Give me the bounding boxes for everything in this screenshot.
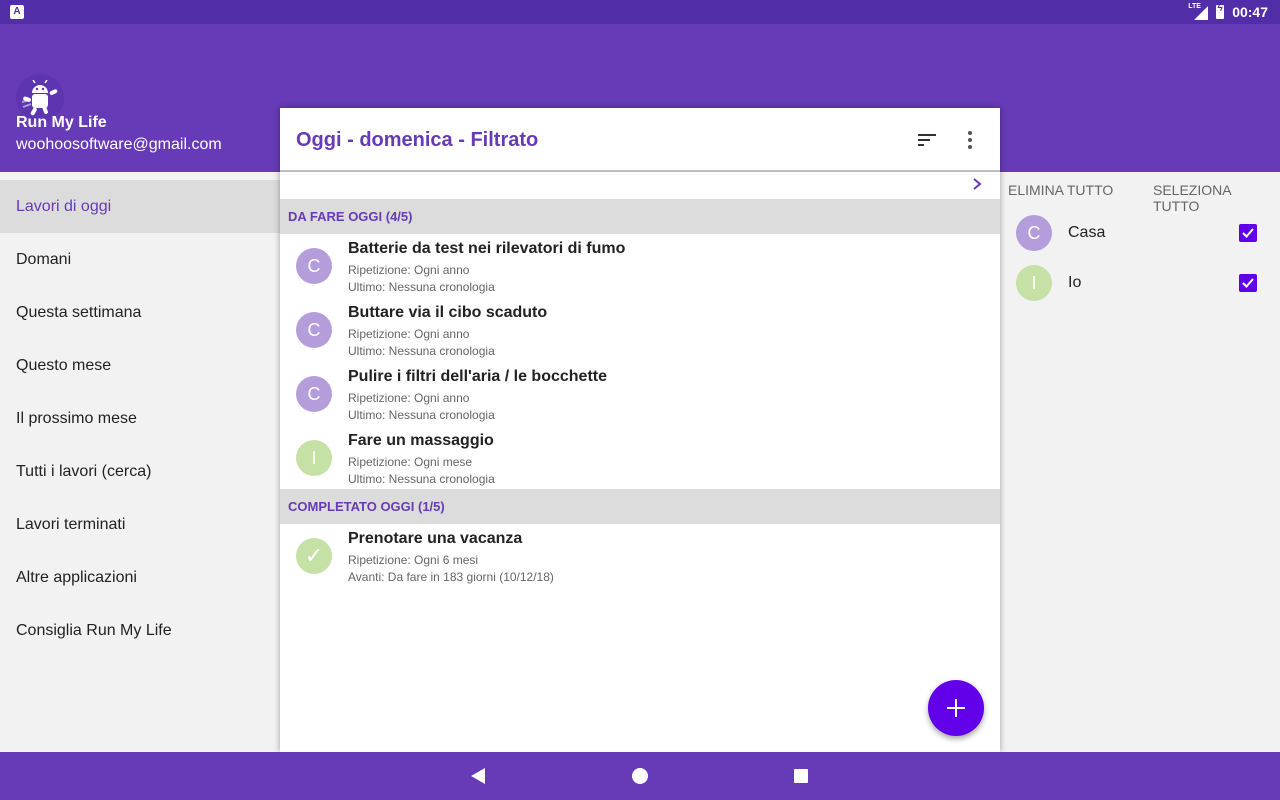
category-avatar: C — [1016, 215, 1052, 251]
task-title: Pulire i filtri dell'aria / le bocchette — [348, 368, 607, 385]
task-repeat: Ripetizione: Ogni mese — [348, 455, 473, 469]
category-avatar: C — [296, 376, 332, 412]
drawer-item-consiglia[interactable]: Consiglia Run My Life — [0, 604, 280, 657]
category-avatar: C — [296, 248, 332, 284]
signal-icon: LTE — [1188, 3, 1209, 20]
category-name: Io — [1068, 274, 1082, 291]
task-repeat: Ripetizione: Ogni anno — [348, 327, 470, 341]
category-avatar: I — [296, 440, 332, 476]
category-checkbox[interactable] — [1239, 224, 1257, 242]
home-icon[interactable] — [632, 768, 648, 784]
drawer-item-altre-applicazioni[interactable]: Altre applicazioni — [0, 551, 280, 604]
add-task-button[interactable] — [928, 680, 984, 736]
drawer-item-domani[interactable]: Domani — [0, 233, 280, 286]
task-last: Ultimo: Nessuna cronologia — [348, 408, 495, 422]
section-header-todo: DA FARE OGGI (4/5) — [280, 199, 1000, 234]
task-title: Buttare via il cibo scaduto — [348, 304, 548, 321]
category-checkbox[interactable] — [1239, 274, 1257, 292]
task-row[interactable]: I Fare un massaggio Ripetizione: Ogni me… — [280, 426, 1000, 490]
task-last: Ultimo: Nessuna cronologia — [348, 280, 495, 294]
task-title: Prenotare una vacanza — [348, 530, 523, 547]
account-email: woohoosoftware@gmail.com — [16, 136, 222, 153]
battery-charging-icon — [1216, 3, 1225, 19]
delete-all-button[interactable]: ELIMINA TUTTO — [1008, 182, 1113, 198]
status-icons: LTE 00:47 — [1188, 0, 1268, 24]
drawer-item-questa-settimana[interactable]: Questa settimana — [0, 286, 280, 339]
drawer-item-lavori-terminati[interactable]: Lavori terminati — [0, 498, 280, 551]
task-next: Avanti: Da fare in 183 giorni (10/12/18) — [348, 570, 554, 584]
filter-category-row[interactable]: C Casa — [1000, 208, 1280, 258]
card-toolbar: Oggi - domenica - Filtrato — [280, 108, 1000, 172]
category-avatar: C — [296, 312, 332, 348]
status-time: 00:47 — [1232, 4, 1268, 20]
task-repeat: Ripetizione: Ogni 6 mesi — [348, 553, 479, 567]
drawer-item-questo-mese[interactable]: Questo mese — [0, 339, 280, 392]
drawer-item-tutti-i-lavori[interactable]: Tutti i lavori (cerca) — [0, 445, 280, 498]
task-row[interactable]: ✓ Prenotare una vacanza Ripetizione: Ogn… — [280, 524, 1000, 588]
recent-apps-icon[interactable] — [794, 769, 808, 783]
task-title: Fare un massaggio — [348, 432, 494, 449]
chevron-right-icon[interactable] — [970, 176, 984, 192]
task-title: Batterie da test nei rilevatori di fumo — [348, 240, 626, 257]
task-list-card: Oggi - domenica - Filtrato DA FARE OGGI … — [280, 108, 1000, 752]
task-repeat: Ripetizione: Ogni anno — [348, 391, 470, 405]
navigation-drawer: Lavori di oggi Domani Questa settimana Q… — [0, 180, 280, 657]
drawer-item-prossimo-mese[interactable]: Il prossimo mese — [0, 392, 280, 445]
task-row[interactable]: C Batterie da test nei rilevatori di fum… — [280, 234, 1000, 298]
status-bar: A LTE 00:47 — [0, 0, 1280, 24]
check-icon: ✓ — [296, 538, 332, 574]
task-repeat: Ripetizione: Ogni anno — [348, 263, 470, 277]
system-nav-bar — [0, 752, 1280, 800]
sort-icon[interactable] — [914, 130, 940, 150]
category-name: Casa — [1068, 224, 1106, 241]
task-last: Ultimo: Nessuna cronologia — [348, 344, 495, 358]
page-title: Oggi - domenica - Filtrato — [296, 129, 539, 151]
task-row[interactable]: C Pulire i filtri dell'aria / le bocchet… — [280, 362, 1000, 426]
category-avatar: I — [1016, 265, 1052, 301]
drawer-item-lavori-di-oggi[interactable]: Lavori di oggi — [0, 180, 280, 233]
app-notification-icon: A — [10, 5, 24, 19]
app-name: Run My Life — [16, 114, 107, 131]
task-row[interactable]: C Buttare via il cibo scaduto Ripetizion… — [280, 298, 1000, 362]
filter-category-row[interactable]: I Io — [1000, 258, 1280, 308]
back-icon[interactable] — [471, 768, 485, 784]
task-last: Ultimo: Nessuna cronologia — [348, 472, 495, 486]
section-header-done: COMPLETATO OGGI (1/5) — [280, 489, 1000, 524]
more-vert-icon[interactable] — [960, 128, 980, 152]
